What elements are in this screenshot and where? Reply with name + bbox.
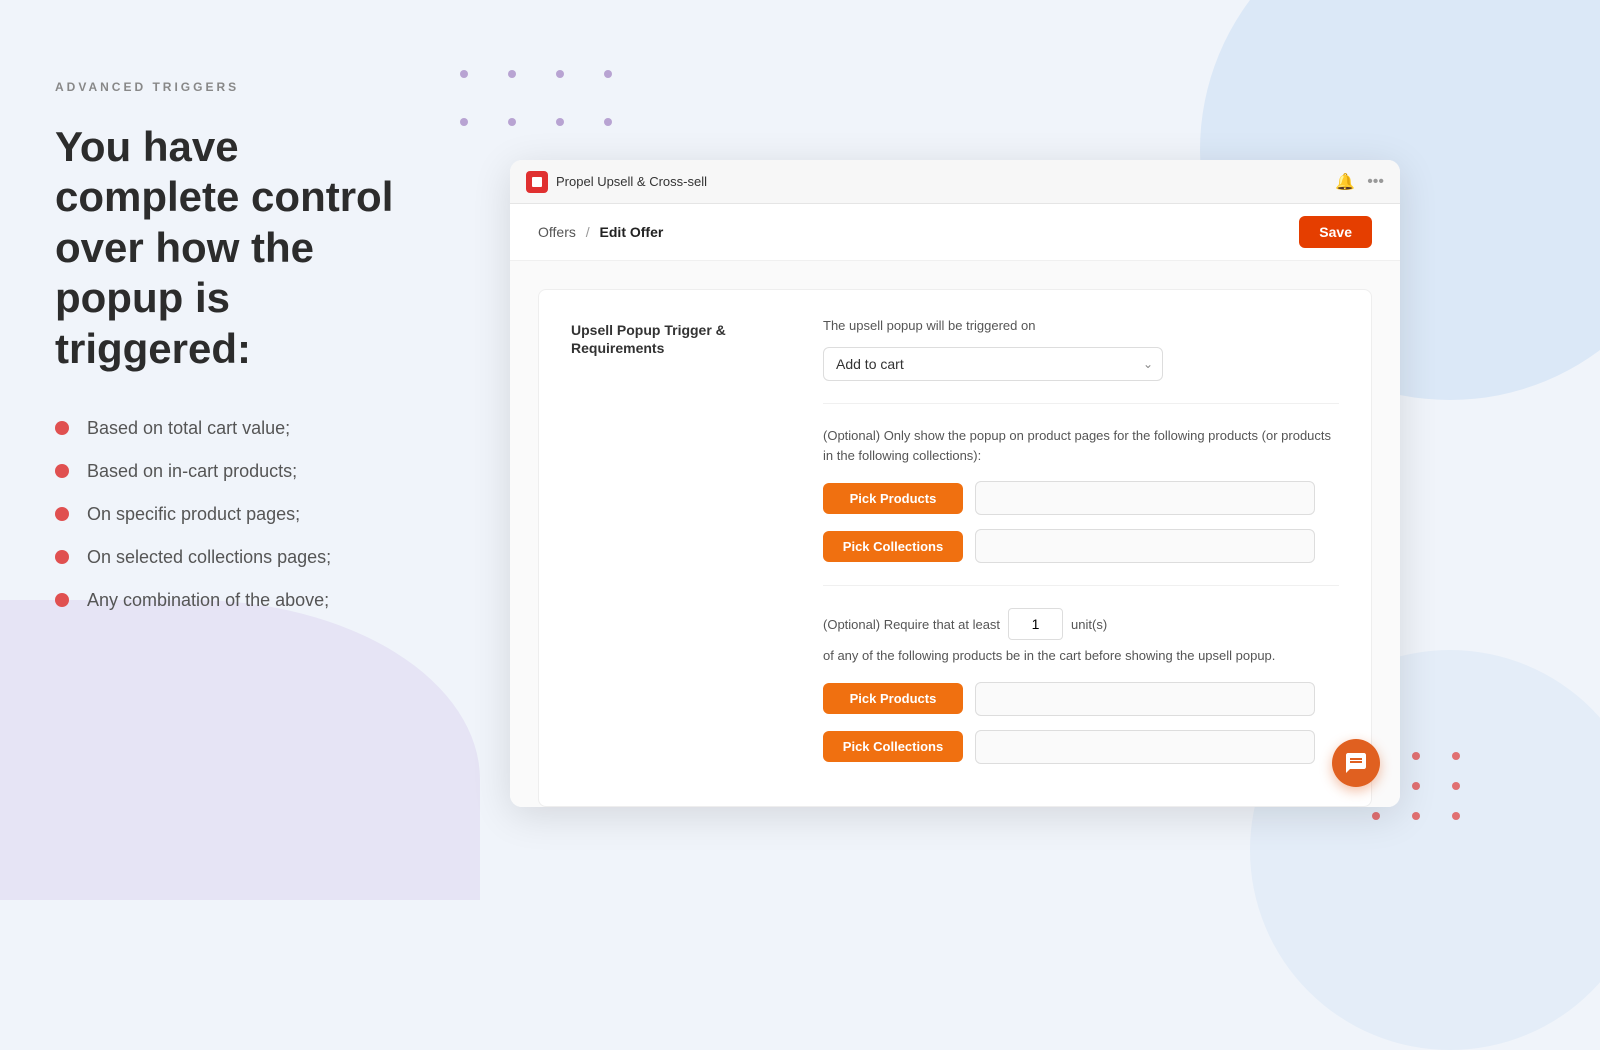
trigger-description: The upsell popup will be triggered on [823,318,1339,333]
bullet-dot [55,593,69,607]
pick-collections-row-2: Pick Collections [823,730,1339,764]
bullet-dot [55,507,69,521]
main-content: Upsell Popup Trigger & Requirements The … [510,261,1400,807]
trigger-select-wrapper: Add to cart Page load Exit intent ⌄ [823,347,1163,381]
more-options-icon[interactable]: ••• [1367,173,1384,191]
app-name: Propel Upsell & Cross-sell [556,174,707,189]
breadcrumb-bar: Offers / Edit Offer Save [510,204,1400,261]
breadcrumb-current: Edit Offer [600,224,664,240]
list-item: Based on in-cart products; [55,461,425,482]
bullet-text: On selected collections pages; [87,547,331,568]
save-button[interactable]: Save [1299,216,1372,248]
pick-collections-input-1 [975,529,1315,563]
pick-products-button-2[interactable]: Pick Products [823,683,963,714]
pick-collections-button-1[interactable]: Pick Collections [823,531,963,562]
bullet-list: Based on total cart value; Based on in-c… [55,418,425,611]
pick-products-input-1 [975,481,1315,515]
left-panel: ADVANCED TRIGGERS You have complete cont… [0,0,480,900]
pick-products-row-1: Pick Products [823,481,1339,515]
optional-desc-1: (Optional) Only show the popup on produc… [823,426,1339,465]
main-heading: You have complete control over how the p… [55,122,425,374]
dots-decoration [460,70,612,166]
bullet-dot [55,421,69,435]
browser-window: Propel Upsell & Cross-sell 🔔 ••• Offers … [510,160,1400,807]
list-item: On selected collections pages; [55,547,425,568]
bullet-text: Any combination of the above; [87,590,329,611]
list-item: On specific product pages; [55,504,425,525]
section-divider-2 [823,585,1339,586]
app-brand: Propel Upsell & Cross-sell [526,171,707,193]
bell-icon[interactable]: 🔔 [1335,172,1355,192]
require-prefix: (Optional) Require that at least [823,617,1000,632]
require-quantity-input[interactable] [1008,608,1063,640]
pick-products-button-1[interactable]: Pick Products [823,483,963,514]
chat-icon [1344,751,1368,775]
breadcrumb: Offers / Edit Offer [538,224,663,240]
pick-collections-row-1: Pick Collections [823,529,1339,563]
app-icon-inner [532,177,542,187]
form-fields-col: The upsell popup will be triggered on Ad… [823,318,1339,778]
pick-collections-button-2[interactable]: Pick Collections [823,731,963,762]
bullet-text: Based on total cart value; [87,418,290,439]
form-label-col: Upsell Popup Trigger & Requirements [571,318,791,358]
chat-button[interactable] [1332,739,1380,787]
bullet-dot [55,464,69,478]
optional-section-1: (Optional) Only show the popup on produc… [823,426,1339,563]
require-row: (Optional) Require that at least unit(s) [823,608,1339,640]
form-row-trigger: Upsell Popup Trigger & Requirements The … [571,318,1339,778]
breadcrumb-separator: / [586,224,590,240]
form-section: Upsell Popup Trigger & Requirements The … [538,289,1372,807]
require-suffix: of any of the following products be in t… [823,646,1339,666]
pick-collections-input-2 [975,730,1315,764]
bullet-dot [55,550,69,564]
section-label: ADVANCED TRIGGERS [55,80,425,94]
section-divider [823,403,1339,404]
bullet-text: Based on in-cart products; [87,461,297,482]
browser-titlebar: Propel Upsell & Cross-sell 🔔 ••• [510,160,1400,204]
list-item: Any combination of the above; [55,590,425,611]
section-title: Upsell Popup Trigger & Requirements [571,322,726,356]
pick-products-row-2: Pick Products [823,682,1339,716]
list-item: Based on total cart value; [55,418,425,439]
titlebar-actions: 🔔 ••• [1335,172,1384,192]
pick-products-input-2 [975,682,1315,716]
breadcrumb-link[interactable]: Offers [538,224,576,240]
app-icon [526,171,548,193]
bullet-text: On specific product pages; [87,504,300,525]
trigger-select[interactable]: Add to cart Page load Exit intent [823,347,1163,381]
optional-section-2: (Optional) Require that at least unit(s)… [823,608,1339,764]
unit-label: unit(s) [1071,617,1107,632]
